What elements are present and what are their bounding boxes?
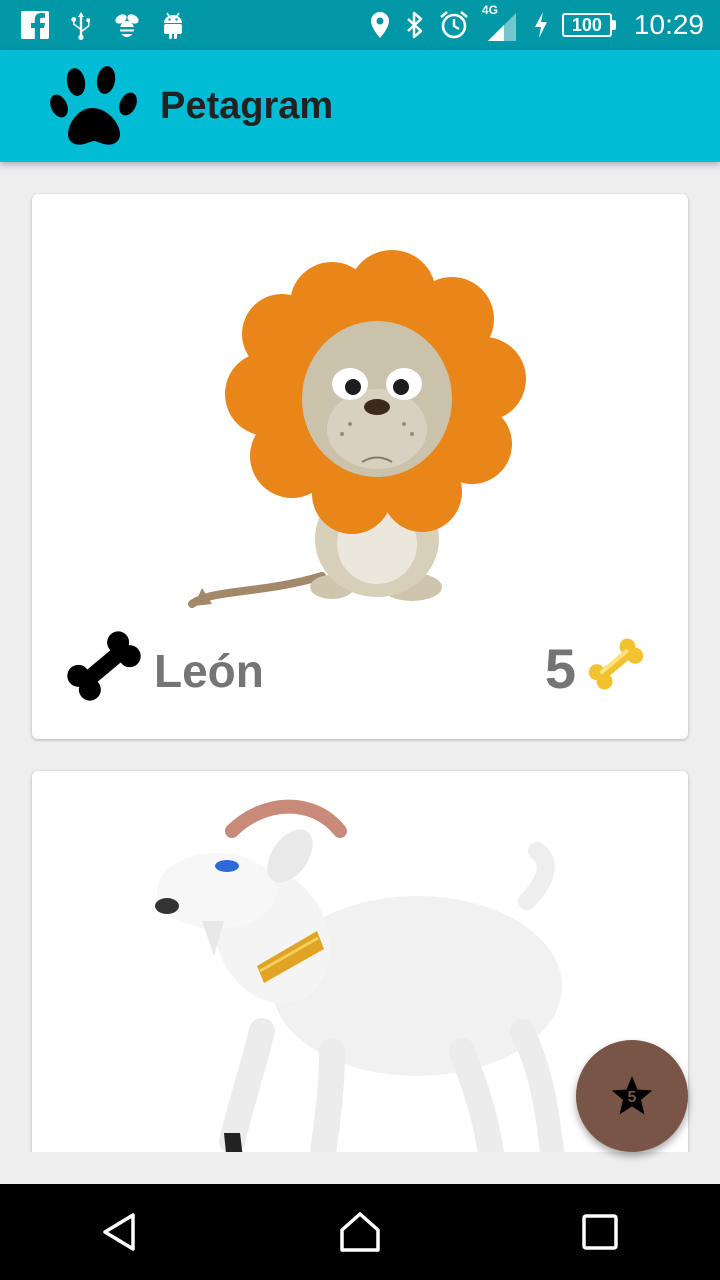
recents-button[interactable] bbox=[570, 1202, 630, 1262]
pet-list[interactable]: León 5 bbox=[0, 162, 720, 1152]
status-bar: 4G 100 10:29 bbox=[0, 0, 720, 50]
pet-card-footer: León 5 bbox=[32, 614, 688, 739]
navigation-bar bbox=[0, 1184, 720, 1280]
system-icons: 4G 100 10:29 bbox=[368, 3, 704, 43]
home-icon bbox=[340, 1212, 380, 1252]
like-count: 5 bbox=[544, 637, 576, 700]
signal-icon: 4G bbox=[482, 3, 520, 43]
location-icon bbox=[368, 10, 392, 40]
pet-name: León bbox=[154, 645, 264, 697]
usb-icon bbox=[68, 10, 94, 40]
lion-illustration bbox=[188, 250, 526, 608]
favorites-count: 5 bbox=[627, 1089, 637, 1106]
paw-icon bbox=[50, 66, 137, 145]
bluetooth-icon bbox=[404, 10, 426, 40]
back-icon bbox=[103, 1213, 135, 1251]
alarm-icon bbox=[438, 10, 470, 40]
recents-icon bbox=[582, 1214, 618, 1250]
android-icon bbox=[160, 10, 186, 40]
star-icon: 5 bbox=[610, 1074, 654, 1118]
app-bar: Petagram bbox=[0, 50, 720, 162]
notification-icons bbox=[20, 10, 186, 40]
battery-level: 100 bbox=[561, 13, 612, 37]
golden-bone-icon bbox=[588, 638, 644, 690]
charging-icon bbox=[532, 10, 550, 40]
status-clock: 10:29 bbox=[633, 9, 704, 40]
app-title: Petagram bbox=[160, 84, 334, 127]
bee-icon bbox=[112, 10, 142, 40]
facebook-icon bbox=[20, 10, 50, 40]
home-button[interactable] bbox=[330, 1202, 390, 1262]
back-button[interactable] bbox=[90, 1202, 150, 1262]
favorites-fab[interactable]: 5 bbox=[576, 1040, 688, 1152]
battery-nub bbox=[611, 20, 616, 30]
bone-icon[interactable] bbox=[62, 624, 146, 708]
battery-indicator: 100 bbox=[561, 13, 616, 37]
pet-card[interactable]: León 5 bbox=[32, 194, 688, 739]
